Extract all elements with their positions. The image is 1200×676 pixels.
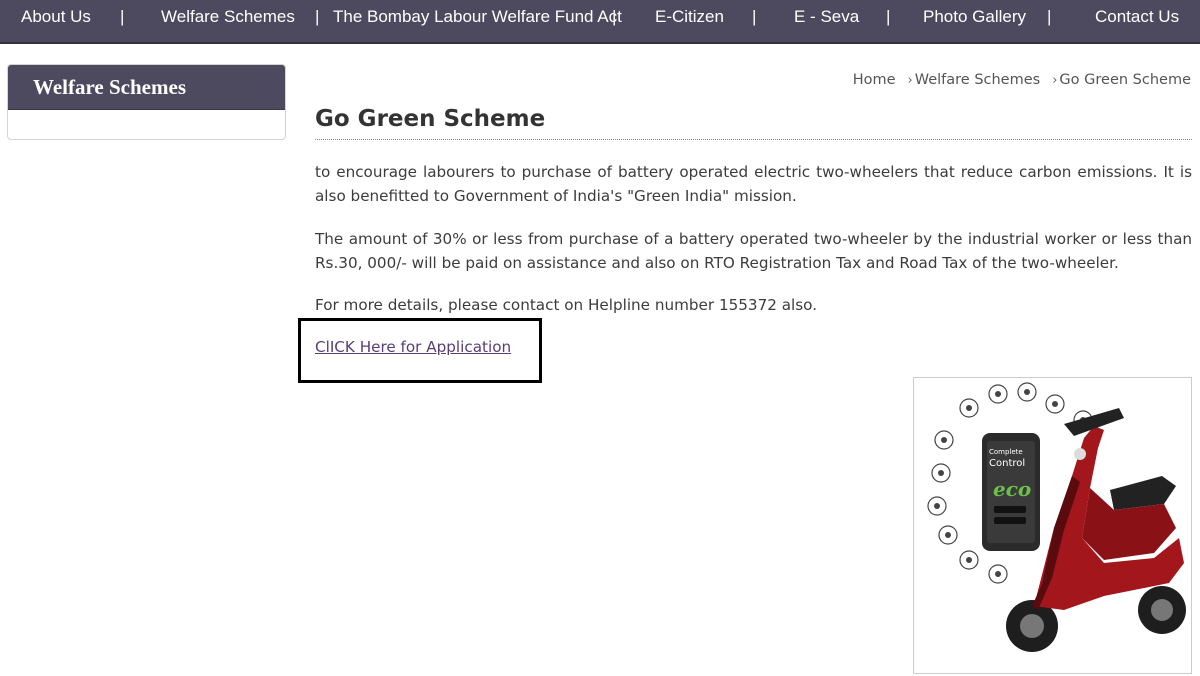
breadcrumb-welfare-schemes[interactable]: Welfare Schemes xyxy=(915,72,1041,88)
scooter-product-image: Complete Control eco xyxy=(913,377,1192,674)
phone-text-control: Control xyxy=(989,458,1025,469)
sidebar-title: Welfare Schemes xyxy=(8,65,285,110)
nav-photo-gallery[interactable]: Photo Gallery xyxy=(923,5,1026,29)
breadcrumb-arrow-icon: › xyxy=(907,73,913,88)
phone-text-eco: eco xyxy=(993,477,1031,501)
breadcrumb-arrow-icon: › xyxy=(1052,73,1058,88)
main-content: Go Green Scheme to encourage labourers t… xyxy=(315,100,1192,359)
nav-separator: | xyxy=(120,7,125,26)
page-title: Go Green Scheme xyxy=(315,100,1192,140)
nav-separator: | xyxy=(752,7,757,26)
nav-separator: | xyxy=(612,7,617,26)
nav-e-seva[interactable]: E - Seva xyxy=(794,5,859,29)
application-link[interactable]: ClICK Here for Application xyxy=(315,335,511,359)
nav-separator: | xyxy=(315,7,320,26)
nav-separator: | xyxy=(1047,7,1052,26)
breadcrumb: Home › Welfare Schemes › Go Green Scheme xyxy=(853,72,1191,92)
helpline-info: For more details, please contact on Help… xyxy=(315,296,818,314)
scooter-seat xyxy=(1110,476,1176,510)
scheme-description: to encourage labourers to purchase of ba… xyxy=(315,163,1192,205)
scooter-illustration: Complete Control eco xyxy=(927,382,1186,652)
nav-welfare-schemes[interactable]: Welfare Schemes xyxy=(161,5,295,29)
breadcrumb-home[interactable]: Home xyxy=(853,72,896,88)
phone-text-complete: Complete xyxy=(989,448,1023,456)
nav-e-citizen[interactable]: E-Citizen xyxy=(655,5,724,29)
nav-labour-welfare-fund-act[interactable]: The Bombay Labour Welfare Fund Act xyxy=(333,5,622,29)
sidebar-panel: Welfare Schemes xyxy=(7,64,286,140)
nav-separator: | xyxy=(886,7,891,26)
scheme-assistance-details: The amount of 30% or less from purchase … xyxy=(315,230,1192,272)
nav-about-us[interactable]: About Us xyxy=(21,5,91,29)
breadcrumb-current-page: Go Green Scheme xyxy=(1059,72,1191,88)
nav-contact-us[interactable]: Contact Us xyxy=(1095,5,1179,29)
top-navigation-bar: About Us | Welfare Schemes | The Bombay … xyxy=(0,0,1200,44)
